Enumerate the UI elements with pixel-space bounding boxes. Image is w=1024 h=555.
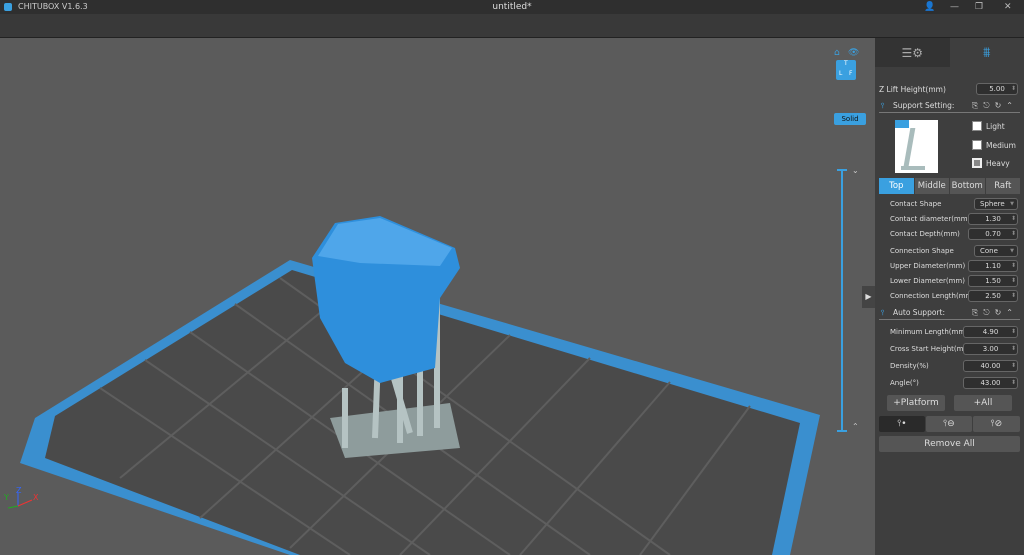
panel-collapse-button[interactable]: ▶ bbox=[862, 286, 875, 308]
param-row: Contact diameter(mm) 1.30 bbox=[875, 212, 1024, 226]
param-select[interactable]: Cone bbox=[974, 245, 1018, 257]
3d-viewport[interactable]: Y X Z ⌂ 👁 T L F Solid ⌄ ⌃ ▶ bbox=[0, 38, 875, 555]
chevron-up-icon[interactable]: ⌃ bbox=[852, 422, 859, 431]
eye-icon[interactable]: 👁 bbox=[848, 48, 859, 58]
tab-raft[interactable]: Raft bbox=[985, 178, 1020, 194]
support-panel: ☰⚙ ⩩ Z Lift Height(mm) 5.00 ⫯ Support Sett… bbox=[875, 38, 1024, 555]
support-setting-label: Support Setting: bbox=[893, 101, 955, 110]
preset-medium-label: Medium bbox=[986, 140, 1016, 150]
preset-light[interactable]: Light bbox=[972, 121, 1005, 131]
param-input[interactable]: 43.00 bbox=[963, 377, 1018, 389]
model-top bbox=[318, 218, 452, 266]
param-select[interactable]: Sphere bbox=[974, 198, 1018, 210]
cube-left[interactable]: L bbox=[839, 70, 842, 77]
section-tools[interactable]: ⎘⎋↻⌃ bbox=[972, 306, 1018, 320]
param-input[interactable]: 1.10 bbox=[968, 260, 1018, 272]
add-support-tool-icon[interactable]: ⫯• bbox=[879, 416, 925, 432]
param-label: Minimum Length(mm) bbox=[890, 328, 968, 336]
document-title: untitled* bbox=[492, 2, 532, 12]
param-row: Contact Depth(mm) 0.70 bbox=[875, 227, 1024, 241]
preset-heavy[interactable]: Heavy bbox=[972, 158, 1010, 168]
axis-x-label: X bbox=[33, 493, 39, 502]
param-label: Cross Start Height(mm) bbox=[890, 345, 973, 353]
toolbar bbox=[0, 14, 1024, 38]
user-icon[interactable]: 👤 bbox=[924, 0, 935, 14]
param-label: Contact diameter(mm) bbox=[890, 215, 971, 223]
add-platform-support-button[interactable]: +Platform bbox=[887, 395, 945, 411]
param-input[interactable]: 40.00 bbox=[963, 360, 1018, 372]
build-plate-scene: Y X Z bbox=[3, 216, 820, 555]
tab-top[interactable]: Top bbox=[879, 178, 914, 194]
section-tools[interactable]: ⎘⎋↻⌃ bbox=[972, 99, 1018, 113]
param-row: Lower Diameter(mm) 1.50 bbox=[875, 274, 1024, 288]
param-row: Upper Diameter(mm) 1.10 bbox=[875, 259, 1024, 273]
slider-bottom-handle[interactable] bbox=[837, 430, 847, 432]
cube[interactable]: T L F bbox=[836, 60, 856, 80]
preset-heavy-label: Heavy bbox=[986, 158, 1010, 168]
support-icon: ⫯ bbox=[881, 308, 885, 317]
preset-light-label: Light bbox=[986, 121, 1005, 131]
param-row: Connection Shape Cone bbox=[875, 244, 1024, 258]
layer-slider[interactable] bbox=[841, 170, 843, 432]
param-label: Connection Shape bbox=[890, 247, 954, 255]
support-part-tabs: Top Middle Bottom Raft bbox=[879, 178, 1020, 194]
z-lift-input[interactable]: 5.00 bbox=[976, 83, 1018, 95]
param-label: Contact Depth(mm) bbox=[890, 230, 960, 238]
param-row: Density(%) 40.00 bbox=[875, 359, 1024, 373]
axis-y-label: Y bbox=[3, 493, 9, 502]
close-button[interactable]: ✕ bbox=[1004, 0, 1012, 14]
support-preview-image bbox=[895, 120, 938, 173]
param-label: Upper Diameter(mm) bbox=[890, 262, 966, 270]
z-lift-label: Z Lift Height(mm) bbox=[879, 84, 946, 94]
title-bar: CHITUBOX V1.6.3 untitled* 👤 — ❐ ✕ bbox=[0, 0, 1024, 14]
remove-all-button[interactable]: Remove All bbox=[879, 436, 1020, 452]
param-row: Contact Shape Sphere bbox=[875, 197, 1024, 211]
axis-z-label: Z bbox=[16, 486, 22, 495]
param-label: Density(%) bbox=[890, 362, 929, 370]
minimize-button[interactable]: — bbox=[950, 0, 959, 14]
support-icon: ⫯ bbox=[881, 101, 885, 110]
solid-mode-button[interactable]: Solid bbox=[834, 113, 866, 125]
restore-button[interactable]: ❐ bbox=[975, 0, 983, 14]
cube-top[interactable]: T bbox=[844, 60, 848, 67]
support-setting-header[interactable]: ⫯ Support Setting: ⎘⎋↻⌃ bbox=[879, 99, 1020, 113]
axis-y bbox=[7, 505, 19, 509]
param-row: Cross Start Height(mm) 3.00 bbox=[875, 342, 1024, 356]
tab-supports[interactable]: ⩩ bbox=[950, 38, 1024, 67]
home-icon[interactable]: ⌂ bbox=[834, 48, 840, 58]
tab-middle[interactable]: Middle bbox=[914, 178, 949, 194]
param-label: Lower Diameter(mm) bbox=[890, 277, 965, 285]
axis-x bbox=[17, 499, 33, 507]
param-input[interactable]: 1.30 bbox=[968, 213, 1018, 225]
param-input[interactable]: 1.50 bbox=[968, 275, 1018, 287]
edit-support-tool-icon[interactable]: ⫯⊘ bbox=[973, 416, 1020, 432]
param-label: Angle(°) bbox=[890, 379, 919, 387]
param-input[interactable]: 2.50 bbox=[968, 290, 1018, 302]
view-cube[interactable]: ⌂ 👁 T L F bbox=[834, 48, 860, 80]
cube-front[interactable]: F bbox=[849, 70, 852, 77]
param-input[interactable]: 0.70 bbox=[968, 228, 1018, 240]
param-row: Angle(°) 43.00 bbox=[875, 376, 1024, 390]
param-label: Connection Length(mm) bbox=[890, 292, 976, 300]
support-columns-icon: ⩩ bbox=[983, 44, 991, 61]
chevron-down-icon[interactable]: ⌄ bbox=[852, 166, 859, 175]
preset-medium[interactable]: Medium bbox=[972, 140, 1016, 150]
auto-support-header[interactable]: ⫯ Auto Support: ⎘⎋↻⌃ bbox=[879, 306, 1020, 320]
auto-support-label: Auto Support: bbox=[893, 308, 945, 317]
param-input[interactable]: 3.00 bbox=[963, 343, 1018, 355]
add-all-supports-button[interactable]: +All bbox=[954, 395, 1012, 411]
tab-bottom[interactable]: Bottom bbox=[950, 178, 985, 194]
settings-gear-icon: ☰⚙ bbox=[901, 45, 923, 60]
param-row: Minimum Length(mm) 4.90 bbox=[875, 325, 1024, 339]
remove-support-tool-icon[interactable]: ⫯⊖ bbox=[926, 416, 972, 432]
param-label: Contact Shape bbox=[890, 200, 942, 208]
param-row: Connection Length(mm) 2.50 bbox=[875, 289, 1024, 303]
param-input[interactable]: 4.90 bbox=[963, 326, 1018, 338]
tab-settings[interactable]: ☰⚙ bbox=[875, 38, 950, 67]
slider-top-handle[interactable] bbox=[837, 169, 847, 171]
